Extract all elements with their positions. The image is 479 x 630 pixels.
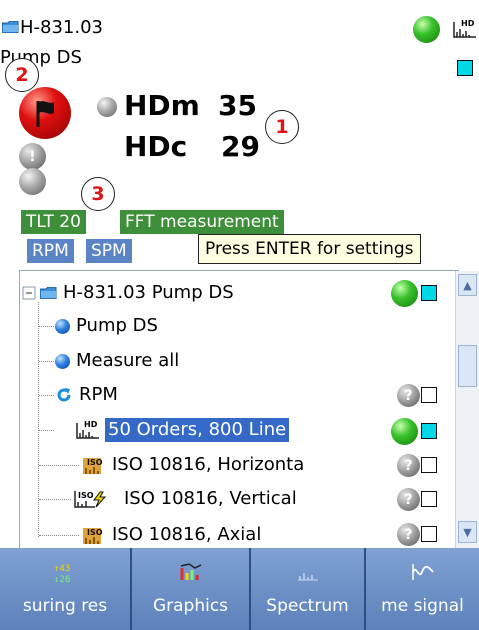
tree-scrollbar[interactable]: ▲ ▼	[455, 271, 479, 548]
alarm-flag-button[interactable]	[19, 87, 71, 139]
folder-icon	[40, 287, 57, 299]
tree-item-iso-horizontal[interactable]: ISO ISO 10816, Horizonta	[80, 448, 304, 482]
tree-item-label: ISO 10816, Horizonta	[112, 454, 305, 475]
tree-item-rpm[interactable]: RPM	[55, 378, 118, 412]
toolbar-label: Graphics	[152, 596, 229, 616]
spectrum-icon	[297, 573, 318, 581]
indicator-square-empty	[421, 457, 437, 473]
unknown-status-icon: ?	[397, 488, 420, 511]
asset-id: H-831.03	[20, 17, 104, 38]
time-signal-icon	[411, 564, 434, 580]
tree-item-iso-axial[interactable]: ISO ISO 10816, Axial	[80, 518, 261, 552]
tree-item-label: H-831.03 Pump DS	[63, 282, 234, 303]
tree-connector	[39, 465, 79, 466]
indicator-square-empty	[421, 491, 437, 507]
flag-icon	[36, 101, 54, 127]
hd-spectrum-icon: HD	[453, 19, 476, 38]
scroll-up-button[interactable]: ▲	[458, 274, 477, 296]
graphics-button[interactable]: Graphics	[132, 548, 251, 630]
iso-lightning-icon: ISO	[74, 491, 107, 508]
indicator-square	[421, 285, 437, 301]
toolbar-label: suring res	[22, 596, 108, 616]
scroll-down-button[interactable]: ▼	[458, 521, 477, 543]
hdc-value: 29	[221, 130, 260, 163]
gray-status-icon	[19, 168, 46, 195]
spectrum-button[interactable]: Spectrum	[251, 548, 366, 630]
blue-ball-icon	[55, 353, 70, 369]
toolbar-label: me signal	[381, 596, 464, 616]
tree-connector	[39, 361, 54, 362]
toolbar-label: Spectrum	[266, 596, 349, 616]
measuring-results-button[interactable]: ↑43 ↓26 suring res	[0, 548, 132, 630]
indicator-square	[457, 60, 473, 76]
status-ok-icon	[391, 280, 418, 307]
bottom-toolbar: ↑43 ↓26 suring res Graphics Spectrum me …	[0, 548, 479, 630]
tree-connector	[39, 326, 54, 327]
time-signal-button[interactable]: me signal	[366, 548, 479, 630]
hd-status-icon	[97, 97, 117, 117]
iso-icon: ISO	[83, 528, 103, 544]
callout-1: 1	[265, 110, 299, 144]
indicator-square	[421, 423, 437, 439]
svg-text:HD: HD	[461, 19, 475, 28]
svg-text:ISO: ISO	[78, 491, 94, 500]
tree-item-label: Measure all	[76, 350, 180, 371]
spm-tag[interactable]: SPM	[86, 239, 132, 263]
indicator-square-empty	[421, 526, 437, 542]
hdm-label: HDm	[124, 89, 200, 122]
rpm-tag[interactable]: RPM	[27, 239, 74, 263]
tree-item-label: 50 Orders, 800 Line	[105, 418, 290, 442]
tree-connector	[39, 395, 54, 396]
callout-3: 3	[81, 177, 115, 211]
svg-text:HD: HD	[84, 420, 98, 429]
tree-divider	[19, 270, 459, 271]
tree-connector	[39, 430, 54, 431]
hd-spectrum-icon: HD	[76, 420, 99, 439]
svg-text:↓26: ↓26	[54, 575, 70, 584]
svg-text:↑43: ↑43	[54, 564, 70, 574]
status-ok-icon	[391, 418, 418, 445]
iso-icon: ISO	[83, 458, 103, 474]
tree-item-label: Pump DS	[76, 315, 158, 336]
tree-connector	[39, 535, 79, 536]
tree-item-pump-ds[interactable]: Pump DS	[55, 309, 158, 343]
tree-item-label: RPM	[79, 384, 118, 405]
status-ok-icon	[413, 16, 440, 43]
hdm-value: 35	[218, 89, 257, 122]
tree-item-root[interactable]: H-831.03 Pump DS	[22, 276, 452, 310]
blue-ball-icon	[55, 318, 70, 334]
tlt-tag[interactable]: TLT 20	[21, 210, 86, 234]
graphics-icon	[180, 563, 201, 580]
hdc-label: HDc	[124, 130, 188, 163]
collapse-icon[interactable]	[22, 286, 36, 300]
tree-item-iso-vertical[interactable]: ISO ISO 10816, Vertical	[72, 482, 297, 516]
tree-item-50-orders[interactable]: HD 50 Orders, 800 Line	[75, 413, 290, 447]
tree-connector	[39, 499, 71, 500]
tree-connector	[38, 302, 39, 537]
measuring-results-icon: ↑43 ↓26	[54, 564, 70, 584]
refresh-icon	[57, 388, 71, 402]
scroll-thumb[interactable]	[458, 345, 477, 387]
tree-item-label: ISO 10816, Axial	[112, 524, 262, 545]
indicator-square-empty	[421, 387, 437, 403]
tree-item-measure-all[interactable]: Measure all	[55, 344, 179, 378]
exclamation-icon: !	[19, 143, 46, 170]
svg-text:ISO: ISO	[87, 458, 103, 467]
tooltip: Press ENTER for settings	[198, 234, 421, 264]
svg-text:ISO: ISO	[87, 528, 103, 537]
fft-tag[interactable]: FFT measurement	[120, 210, 284, 234]
tree-item-label: ISO 10816, Vertical	[124, 488, 297, 509]
unknown-status-icon: ?	[397, 523, 420, 546]
unknown-status-icon: ?	[397, 384, 420, 407]
unknown-status-icon: ?	[397, 454, 420, 477]
folder-icon	[2, 21, 19, 33]
